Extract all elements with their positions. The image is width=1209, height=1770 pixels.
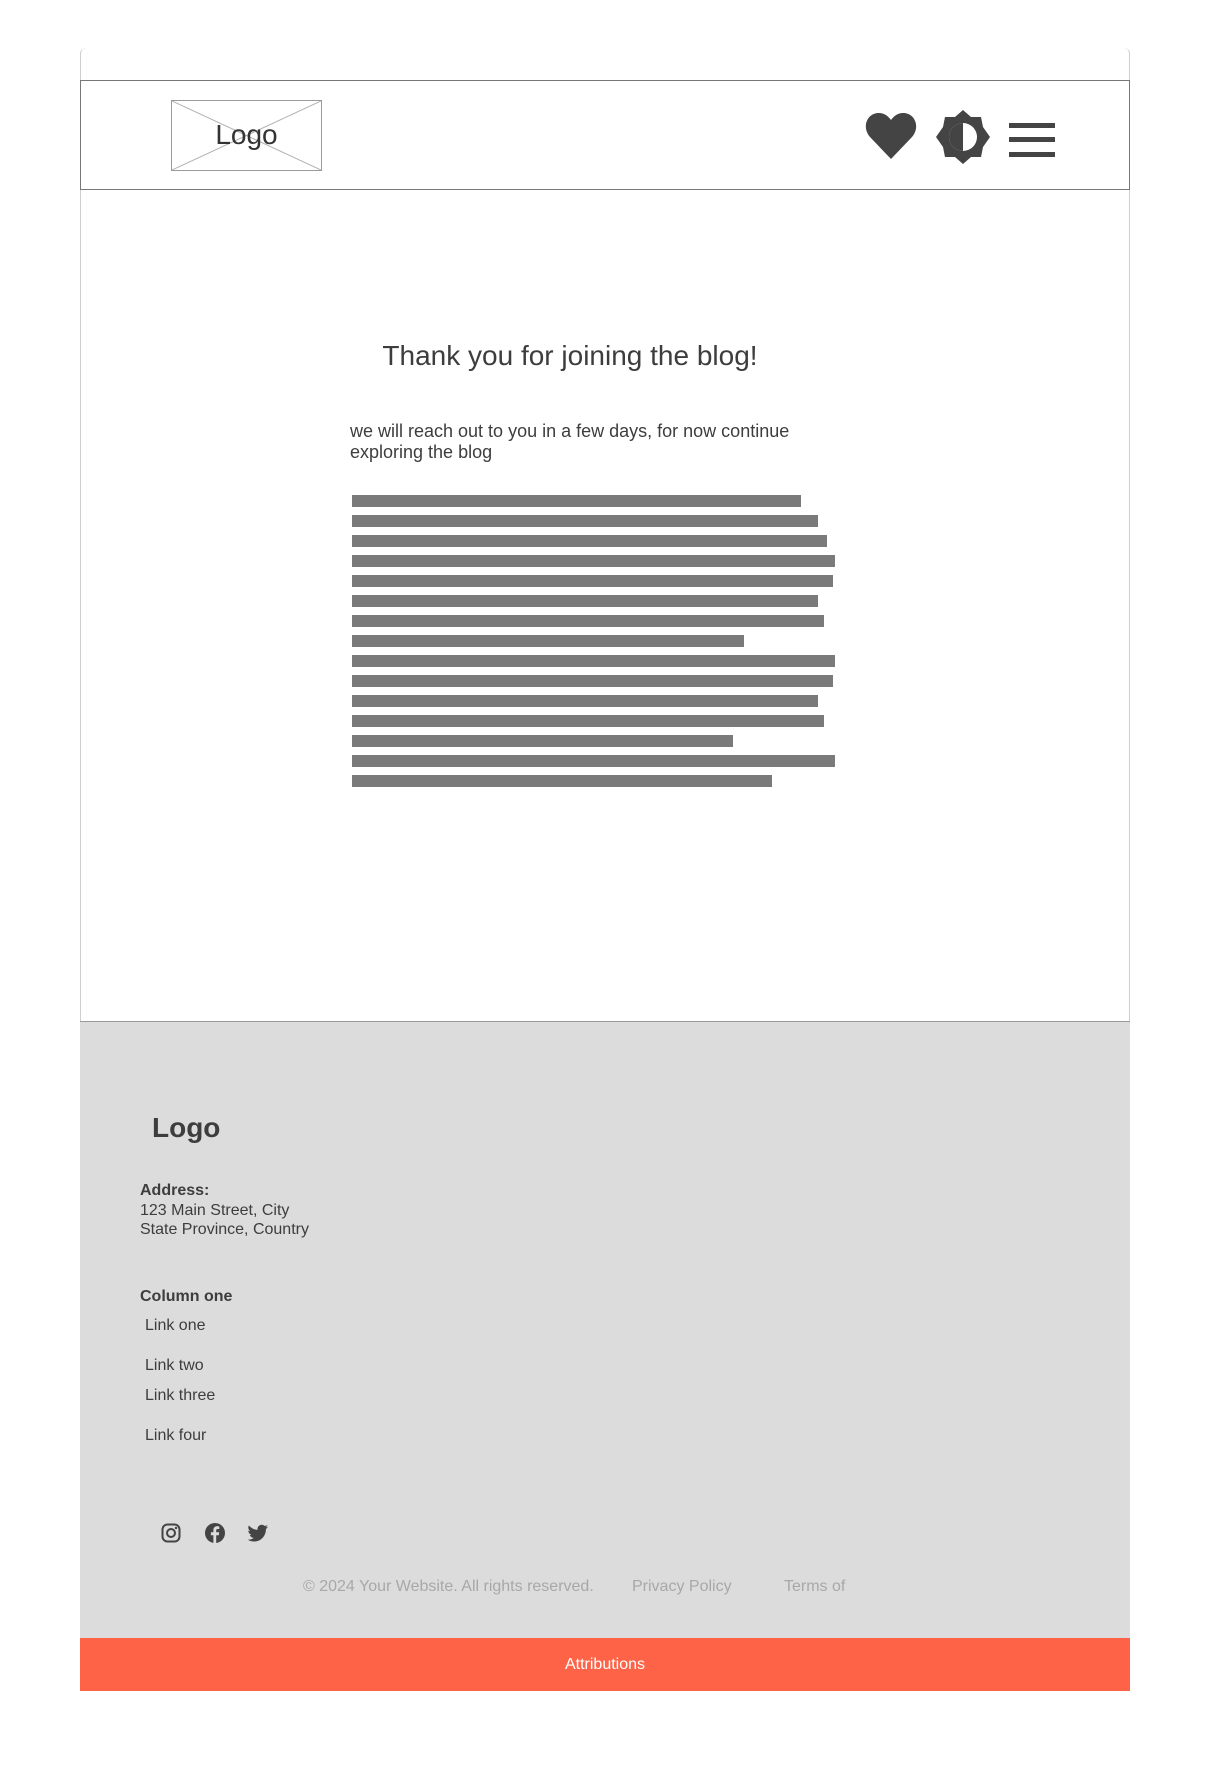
footer-link-four[interactable]: Link four — [145, 1427, 206, 1445]
address-line: State Province, Country — [140, 1221, 309, 1238]
placeholder-line — [352, 495, 801, 507]
terms-link[interactable]: Terms of — [784, 1578, 845, 1596]
placeholder-line — [352, 775, 772, 787]
page-subtitle: we will reach out to you in a few days, … — [350, 421, 790, 462]
site-footer: Logo Address: 123 Main Street, City Stat… — [80, 1021, 1130, 1638]
privacy-policy-link[interactable]: Privacy Policy — [632, 1578, 732, 1596]
site-header: Logo — [80, 80, 1130, 190]
brightness-icon[interactable] — [934, 108, 992, 166]
address-line: 123 Main Street, City — [140, 1202, 290, 1219]
placeholder-line — [352, 755, 835, 767]
placeholder-line — [352, 655, 835, 667]
address-label: Address: — [140, 1182, 210, 1199]
placeholder-line — [352, 615, 824, 627]
placeholder-line — [352, 675, 833, 687]
placeholder-line — [352, 735, 733, 747]
twitter-icon[interactable] — [247, 1522, 269, 1544]
instagram-icon[interactable] — [160, 1522, 182, 1544]
attributions-bar[interactable]: Attributions — [80, 1638, 1130, 1691]
placeholder-line — [352, 695, 818, 707]
page-title: Thank you for joining the blog! — [382, 340, 758, 371]
placeholder-line — [352, 595, 818, 607]
placeholder-line — [352, 635, 744, 647]
address-text: 123 Main Street, City State Province, Co… — [140, 1201, 309, 1239]
placeholder-line — [352, 535, 827, 547]
header-logo-label: Logo — [215, 119, 278, 150]
placeholder-line — [352, 515, 818, 527]
copyright-text: © 2024 Your Website. All rights reserved… — [303, 1578, 594, 1595]
footer-link-one[interactable]: Link one — [145, 1317, 206, 1335]
placeholder-line — [352, 555, 835, 567]
footer-link-three[interactable]: Link three — [145, 1387, 215, 1405]
facebook-icon[interactable] — [204, 1522, 226, 1544]
footer-logo[interactable]: Logo — [152, 1112, 220, 1144]
footer-link-two[interactable]: Link two — [145, 1357, 204, 1375]
footer-column-title: Column one — [140, 1288, 233, 1305]
placeholder-line — [352, 715, 824, 727]
hamburger-menu-icon[interactable] — [1009, 123, 1055, 157]
heart-icon[interactable] — [864, 111, 918, 161]
header-logo[interactable]: Logo — [171, 100, 322, 171]
placeholder-line — [352, 575, 833, 587]
